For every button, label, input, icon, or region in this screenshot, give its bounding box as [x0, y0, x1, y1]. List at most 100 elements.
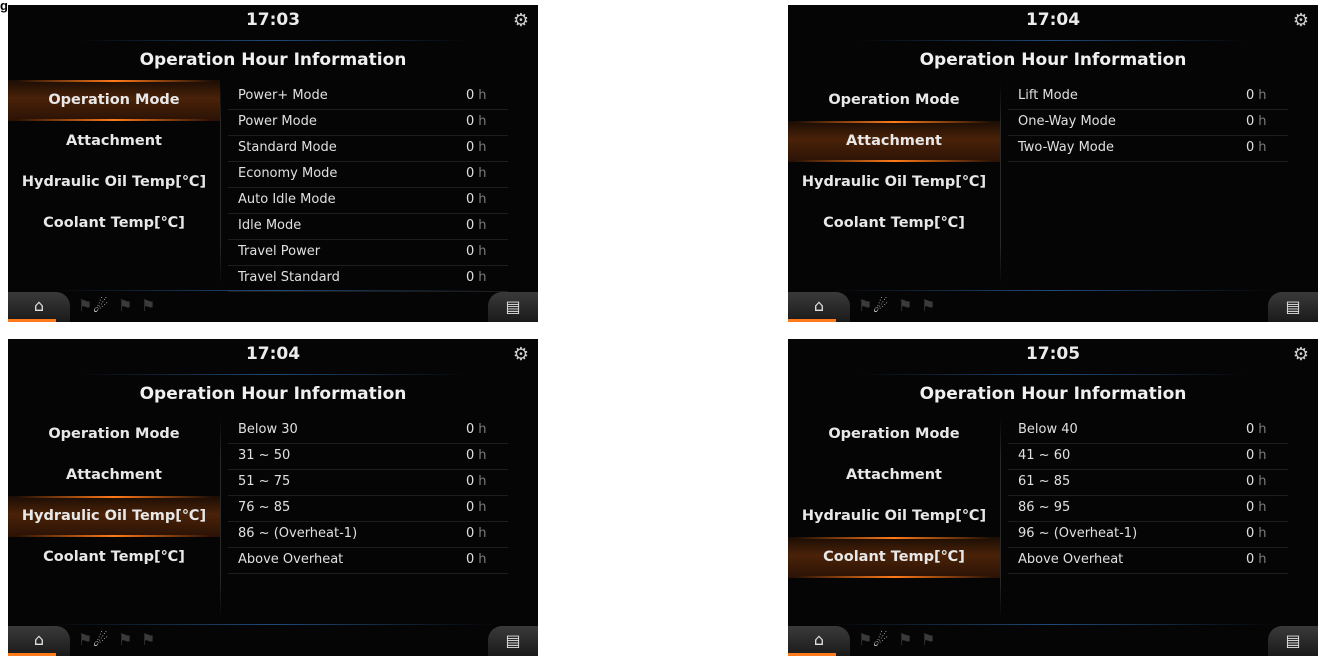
list-item: 61 ~ 85 0 h: [1008, 470, 1288, 496]
hour-unit: h: [478, 552, 487, 567]
hour-value: 0: [466, 552, 475, 567]
hour-unit: h: [1258, 114, 1267, 129]
machine-icon[interactable]: ☄: [93, 297, 108, 317]
category-menu: Operation Mode Attachment Hydraulic Oil Te…: [8, 80, 220, 244]
clock-time: 17:05: [1025, 344, 1081, 364]
list-item: Above Overheat 0 h: [1008, 548, 1288, 574]
menu-item-attachment[interactable]: Attachment: [8, 455, 220, 496]
menu-item-coolant-temp[interactable]: Coolant Temp[℃]: [788, 537, 1000, 578]
footer-divider: [828, 290, 1278, 291]
menu-item-operation-mode[interactable]: Operation Mode: [8, 80, 220, 121]
cluster-settings-icon[interactable]: ⚙: [1290, 8, 1312, 34]
radio-icon[interactable]: ▤: [488, 626, 538, 656]
clock-time: 17:04: [245, 344, 301, 364]
list-item: Idle Mode 0 h: [228, 214, 508, 240]
menu-item-attachment[interactable]: Attachment: [788, 121, 1000, 162]
menu-item-operation-mode[interactable]: Operation Mode: [8, 414, 220, 455]
hour-unit: h: [478, 218, 487, 233]
menu-item-hydraulic-oil-temp[interactable]: Hydraulic Oil Temp[℃]: [788, 162, 1000, 203]
list-item: Above Overheat 0 h: [228, 548, 508, 574]
list-item: Standard Mode 0 h: [228, 136, 508, 162]
radio-icon[interactable]: ▤: [488, 292, 538, 322]
operator-seat-icon[interactable]: ⌂: [788, 626, 850, 656]
machine-icon[interactable]: ☄: [93, 631, 108, 651]
menu-item-coolant-temp[interactable]: Coolant Temp[℃]: [788, 203, 1000, 244]
header-divider: [78, 374, 468, 375]
hour-unit: h: [1258, 526, 1267, 541]
page-title: Operation Hour Information: [139, 50, 407, 70]
row-value: 0h: [466, 240, 487, 264]
row-label: Above Overheat: [238, 552, 344, 567]
hour-unit: h: [478, 166, 487, 181]
operator-seat-icon[interactable]: ⌂: [8, 626, 70, 656]
hour-value: 0: [1246, 88, 1255, 103]
menu-item-operation-mode[interactable]: Operation Mode: [788, 80, 1000, 121]
row-value: 0h: [1246, 110, 1267, 134]
faded-icon: ⚑: [78, 630, 93, 649]
menu-item-operation-mode[interactable]: Operation Mode: [788, 414, 1000, 455]
radio-icon[interactable]: ▤: [1268, 626, 1318, 656]
hour-unit: h: [1258, 552, 1267, 567]
row-value: 0h: [1246, 418, 1267, 442]
hour-value: 0: [466, 218, 475, 233]
footer-divider: [48, 290, 498, 291]
menu-item-attachment[interactable]: Attachment: [788, 455, 1000, 496]
page-title: Operation Hour Information: [139, 384, 407, 404]
menu-divider: [1000, 83, 1001, 285]
cluster-settings-icon[interactable]: ⚙: [510, 342, 532, 368]
operator-seat-icon[interactable]: ⌂: [788, 292, 850, 322]
menu-divider: [1000, 417, 1001, 619]
row-value: 0h: [466, 470, 487, 494]
row-label: 41 ~ 60: [1018, 448, 1071, 463]
faded-icon: ⚑: [921, 630, 936, 649]
menu-item-hydraulic-oil-temp[interactable]: Hydraulic Oil Temp[℃]: [8, 496, 220, 537]
row-label: 51 ~ 75: [238, 474, 291, 489]
row-label: 86 ~ (Overheat-1): [238, 526, 358, 541]
list-item: Below 30 0 h: [228, 418, 508, 444]
bottom-toolbar: ⌂ ⚑ ☄ ⚑ ⚑ ▤: [788, 292, 1318, 322]
hour-list: Lift Mode 0 h One-Way Mode 0 h Two-Way Mode 0 h: [1008, 84, 1288, 162]
row-label: One-Way Mode: [1018, 114, 1116, 129]
hour-value: 0: [1246, 500, 1255, 515]
list-item: 86 ~ 95 0 h: [1008, 496, 1288, 522]
row-value: 0h: [466, 496, 487, 520]
menu-item-coolant-temp[interactable]: Coolant Temp[℃]: [8, 203, 220, 244]
menu-item-hydraulic-oil-temp[interactable]: Hydraulic Oil Temp[℃]: [8, 162, 220, 203]
footer-divider: [48, 624, 498, 625]
row-label: Above Overheat: [1018, 552, 1124, 567]
cluster-settings-icon[interactable]: ⚙: [510, 8, 532, 34]
list-item: Travel Power 0 h: [228, 240, 508, 266]
hour-value: 0: [466, 140, 475, 155]
radio-icon[interactable]: ▤: [1268, 292, 1318, 322]
cluster-settings-icon[interactable]: ⚙: [1290, 342, 1312, 368]
menu-item-coolant-temp[interactable]: Coolant Temp[℃]: [8, 537, 220, 578]
faded-icon: ⚑: [78, 296, 93, 315]
list-item: Travel Standard 0 h: [228, 266, 508, 292]
hour-unit: h: [478, 526, 487, 541]
row-label: Lift Mode: [1018, 88, 1078, 103]
machine-icon[interactable]: ☄: [873, 631, 888, 651]
menu-item-attachment[interactable]: Attachment: [8, 121, 220, 162]
category-menu: Operation Mode Attachment Hydraulic Oil Te…: [8, 414, 220, 578]
list-item: Below 40 0 h: [1008, 418, 1288, 444]
row-value: 0h: [466, 136, 487, 160]
hour-unit: h: [1258, 422, 1267, 437]
hour-list: Below 30 0 h 31 ~ 50 0 h 51 ~ 75 0 h 76 ~ 85 0 h 86 …: [228, 418, 508, 574]
row-value: 0h: [466, 266, 487, 290]
list-item: 31 ~ 50 0 h: [228, 444, 508, 470]
list-item: Power Mode 0 h: [228, 110, 508, 136]
row-label: Below 30: [238, 422, 298, 437]
faded-icon: ⚑: [141, 630, 156, 649]
hour-value: 0: [466, 244, 475, 259]
machine-icon[interactable]: ☄: [873, 297, 888, 317]
header-divider: [78, 40, 468, 41]
hour-unit: h: [478, 192, 487, 207]
operator-seat-icon[interactable]: ⌂: [8, 292, 70, 322]
hour-value: 0: [466, 526, 475, 541]
menu-item-hydraulic-oil-temp[interactable]: Hydraulic Oil Temp[℃]: [788, 496, 1000, 537]
header-divider: [858, 374, 1248, 375]
hour-unit: h: [1258, 474, 1267, 489]
hour-unit: h: [478, 88, 487, 103]
row-label: 31 ~ 50: [238, 448, 291, 463]
list-item: 76 ~ 85 0 h: [228, 496, 508, 522]
